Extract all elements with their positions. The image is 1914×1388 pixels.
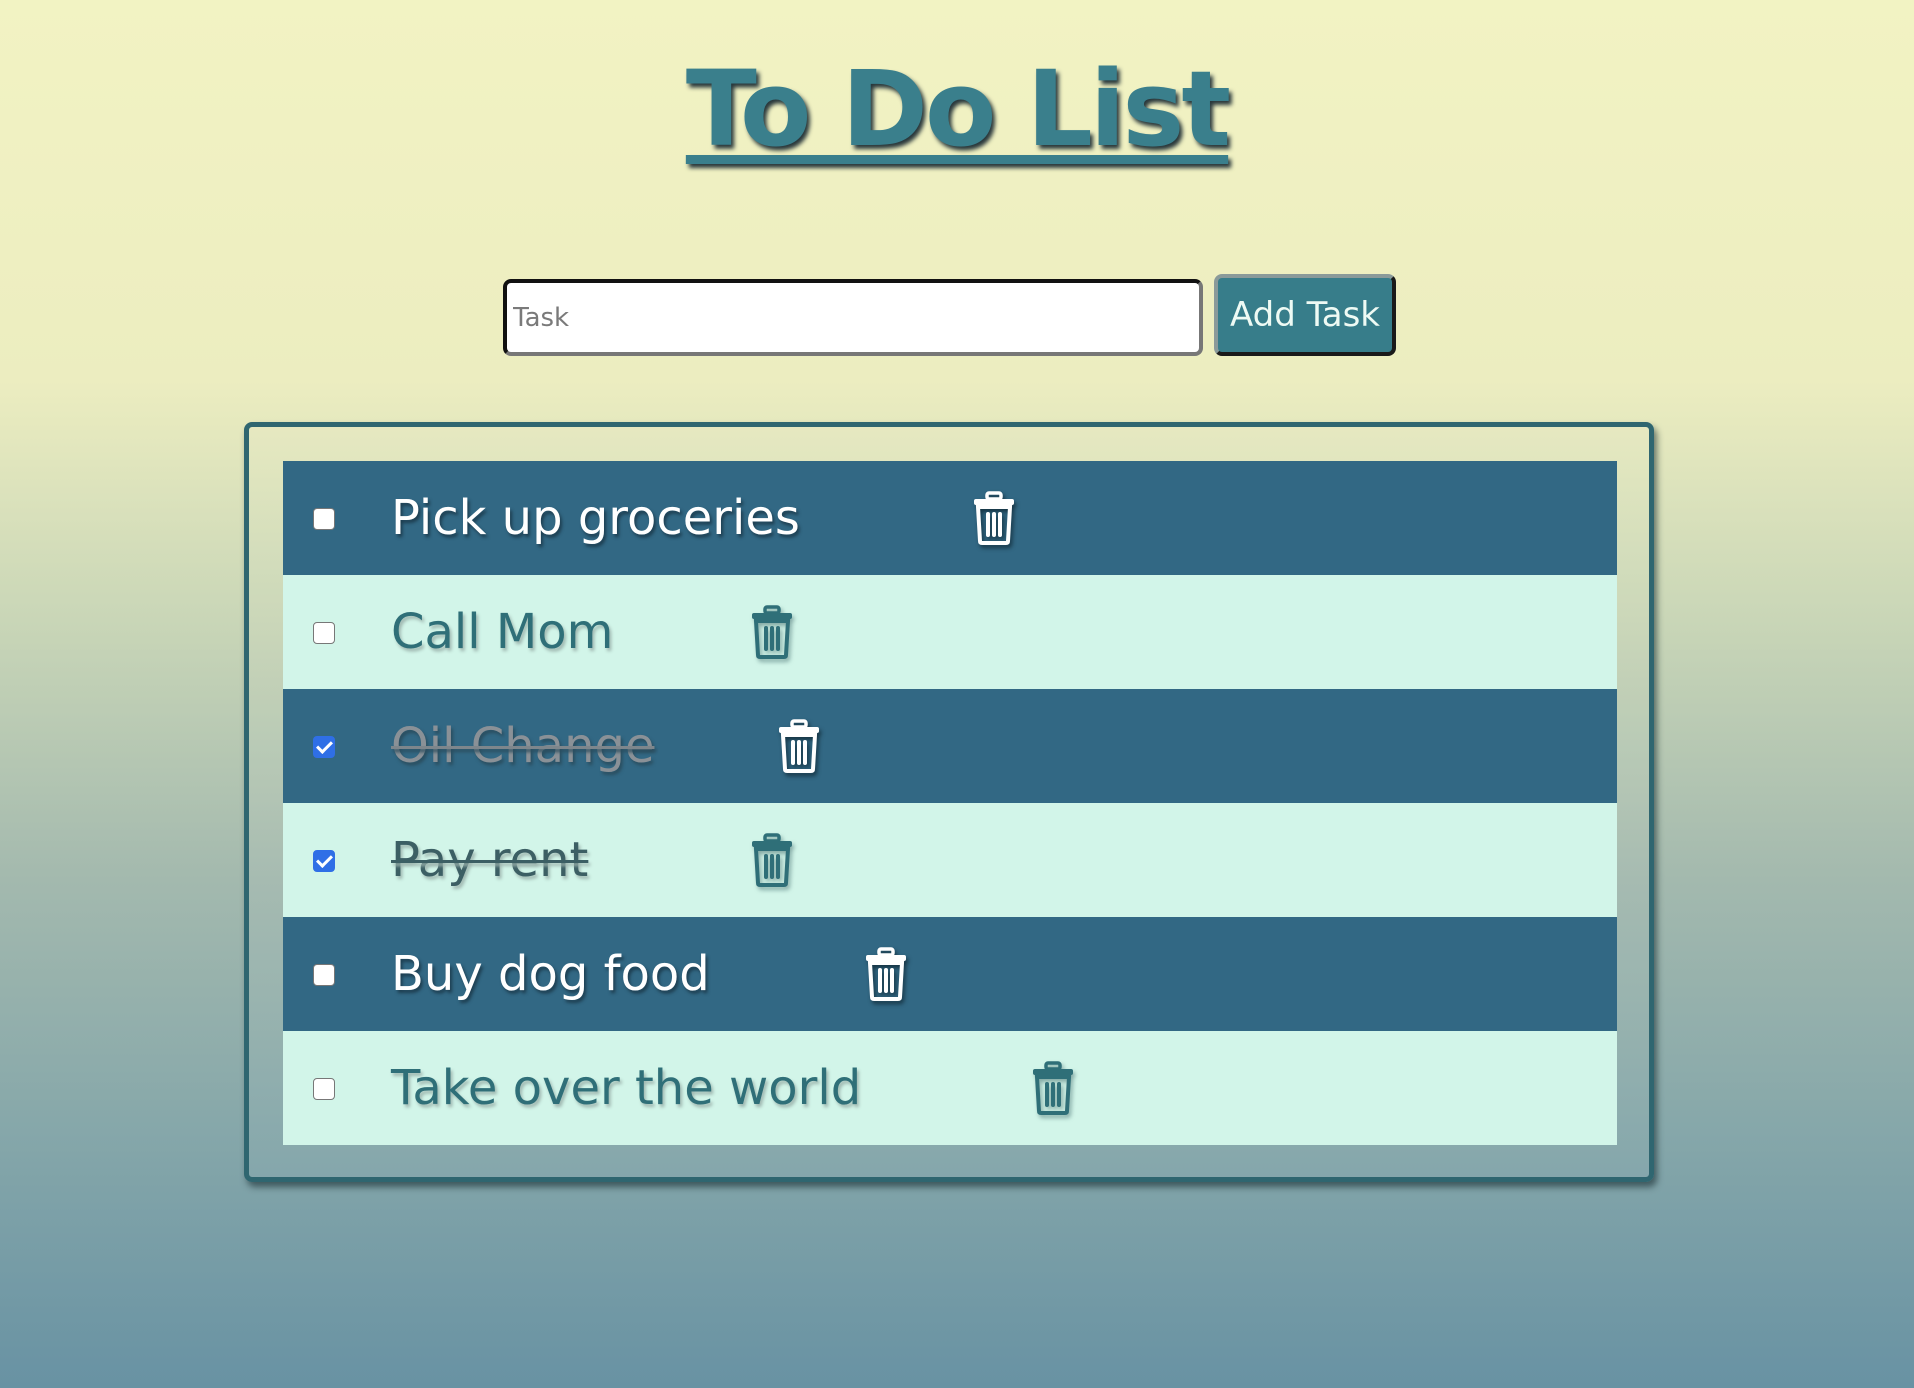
task-label: Call Mom	[391, 604, 614, 660]
task-item: Pick up groceries	[283, 461, 1617, 575]
task-checkbox[interactable]	[313, 508, 335, 530]
task-label: Take over the world	[391, 1060, 862, 1116]
trash-icon[interactable]	[863, 947, 909, 1001]
task-checkbox[interactable]	[313, 1078, 335, 1100]
trash-icon[interactable]	[749, 833, 795, 887]
task-checkbox[interactable]	[313, 736, 335, 758]
task-label: Pay rent	[391, 832, 589, 888]
task-checkbox[interactable]	[313, 622, 335, 644]
task-item: Call Mom	[283, 575, 1617, 689]
trash-icon[interactable]	[1030, 1061, 1076, 1115]
task-item: Oil Change	[283, 689, 1617, 803]
task-item: Take over the world	[283, 1031, 1617, 1145]
task-label: Buy dog food	[391, 946, 710, 1002]
task-input[interactable]	[503, 279, 1203, 356]
trash-icon[interactable]	[971, 491, 1017, 545]
trash-icon[interactable]	[776, 719, 822, 773]
task-item: Pay rent	[283, 803, 1617, 917]
trash-icon[interactable]	[749, 605, 795, 659]
task-list: Pick up groceries Call Mom Oil Change Pa…	[283, 461, 1617, 1145]
task-item: Buy dog food	[283, 917, 1617, 1031]
header: To Do List	[0, 48, 1914, 170]
page-title: To Do List	[685, 48, 1231, 170]
add-task-button[interactable]: Add Task	[1214, 274, 1396, 356]
task-checkbox[interactable]	[313, 850, 335, 872]
task-label: Oil Change	[391, 718, 655, 774]
task-label: Pick up groceries	[391, 490, 800, 546]
task-checkbox[interactable]	[313, 964, 335, 986]
